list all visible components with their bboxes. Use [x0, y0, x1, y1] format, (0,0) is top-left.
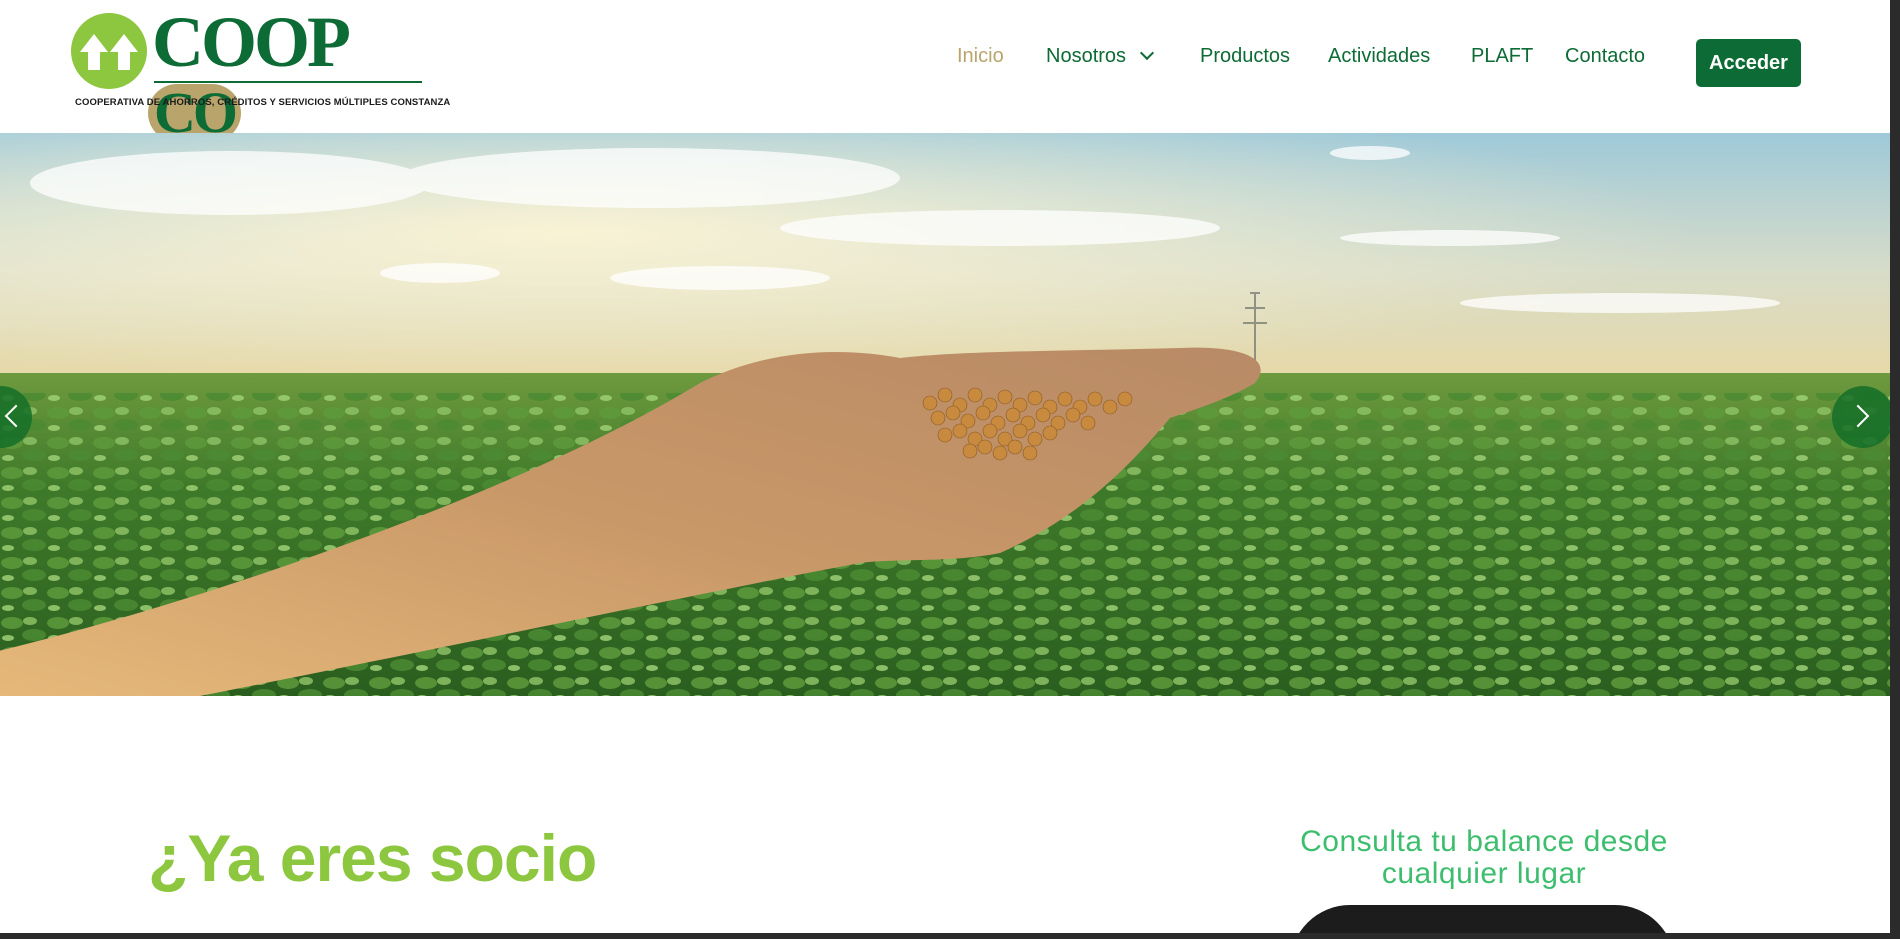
logo-wordmark: COOPCO	[148, 6, 426, 150]
nav-inicio[interactable]: Inicio	[957, 45, 1004, 68]
logo-tagline: COOPERATIVA DE AHORROS, CRÉDITOS Y SERVI…	[75, 97, 451, 108]
socio-heading: ¿Ya eres socio	[148, 821, 597, 895]
chevron-down-icon	[1139, 45, 1155, 61]
nav-productos[interactable]: Productos	[1200, 45, 1290, 68]
hero-image	[0, 133, 1890, 696]
page: COOPCO COOPERATIVA DE AHORROS, CRÉDITOS …	[0, 0, 1890, 933]
nav-nosotros[interactable]: Nosotros	[1046, 45, 1155, 68]
window-bottom-edge	[0, 933, 1900, 939]
chevron-right-icon	[1846, 404, 1870, 428]
coopco-logo[interactable]: COOPCO COOPERATIVA DE AHORROS, CRÉDITOS …	[66, 6, 450, 142]
window-scrollbar[interactable]	[1890, 0, 1900, 939]
logo-divider	[154, 81, 422, 83]
balance-tagline: Consulta tu balance desde cualquier luga…	[1300, 825, 1668, 890]
hero-slider	[0, 133, 1890, 696]
acceder-button[interactable]: Acceder	[1696, 39, 1801, 87]
site-header: COOPCO COOPERATIVA DE AHORROS, CRÉDITOS …	[0, 0, 1890, 142]
nav-nosotros-label: Nosotros	[1046, 45, 1127, 67]
nav-contacto[interactable]: Contacto	[1565, 45, 1645, 68]
nav-plaft[interactable]: PLAFT	[1471, 45, 1533, 68]
slider-next-button[interactable]	[1832, 386, 1890, 448]
phone-mockup	[1290, 905, 1675, 933]
chevron-left-icon	[4, 404, 28, 428]
nav-actividades[interactable]: Actividades	[1328, 45, 1430, 68]
logo-arrows-icon	[71, 13, 147, 89]
